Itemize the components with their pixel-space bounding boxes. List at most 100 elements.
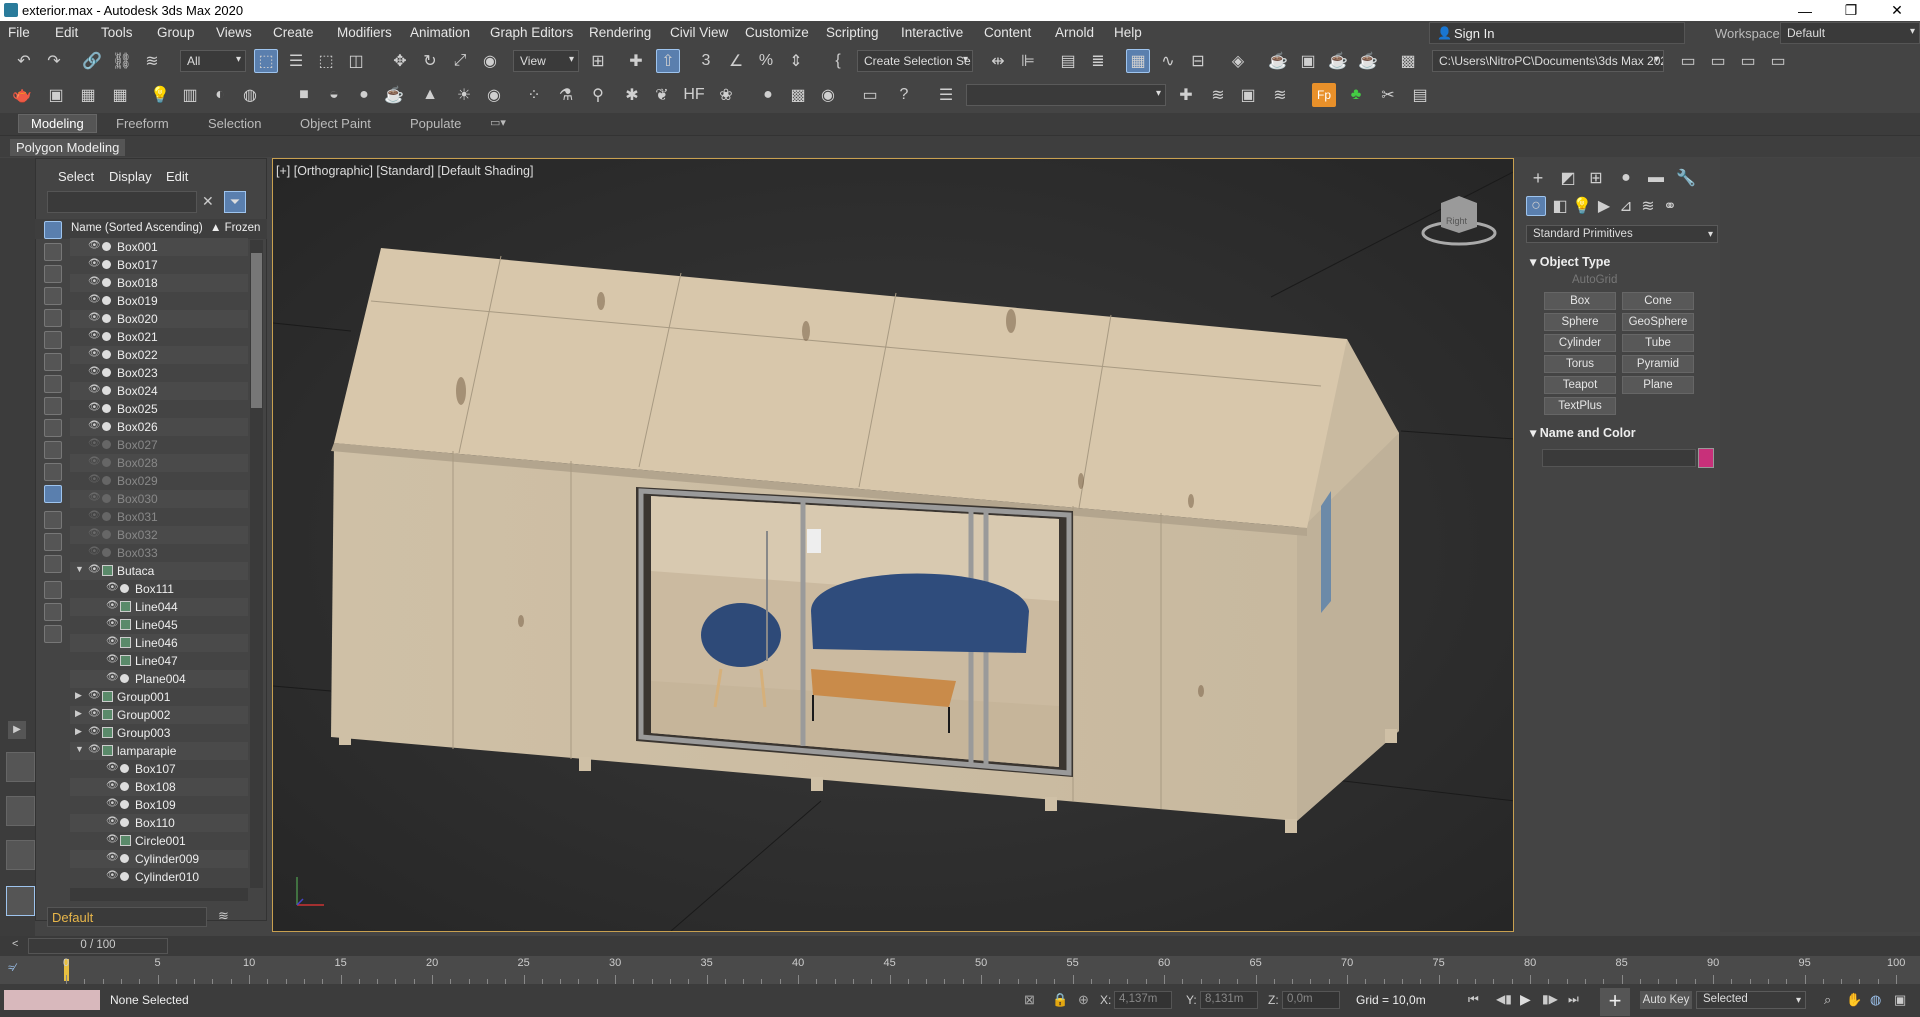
select-manipulate-icon[interactable]: ✚ xyxy=(624,49,648,73)
table-icon[interactable]: ▦ xyxy=(108,83,132,107)
pyramid-button[interactable]: Pyramid xyxy=(1622,355,1694,373)
display-all-icon[interactable] xyxy=(44,485,62,503)
ref-coord-dropdown[interactable]: View xyxy=(513,50,579,72)
placement-icon[interactable]: ◉ xyxy=(478,49,502,73)
scene-list-item[interactable]: 👁 Line046 xyxy=(70,634,248,652)
prev-frame-icon[interactable]: ◀▮ xyxy=(1496,992,1512,1006)
menu-group[interactable]: Group xyxy=(157,25,195,40)
scene-list-hscrollbar[interactable] xyxy=(70,888,248,901)
geometry-icon[interactable]: ○ xyxy=(1526,196,1546,216)
display-tab-icon[interactable]: ▬ xyxy=(1644,166,1668,190)
scene-list-item[interactable]: 👁 Box111 xyxy=(70,580,248,598)
visibility-eye-icon[interactable]: 👁 xyxy=(106,582,119,593)
scene-list-item[interactable]: ▶ 👁 Group001 xyxy=(70,688,248,706)
visibility-eye-icon[interactable]: 👁 xyxy=(88,546,101,557)
material-sphere-icon[interactable]: ● xyxy=(756,83,780,107)
visibility-eye-icon[interactable]: 👁 xyxy=(88,294,101,305)
next-frame-icon[interactable]: ▮▶ xyxy=(1542,992,1558,1006)
set-project-icon[interactable]: ▭ xyxy=(1766,49,1790,73)
scene-list-item[interactable]: ▶ 👁 Group003 xyxy=(70,724,248,742)
plane-button[interactable]: Plane xyxy=(1622,376,1694,394)
visibility-eye-icon[interactable]: 👁 xyxy=(106,636,119,647)
display-helpers-icon[interactable] xyxy=(44,309,62,327)
align-icon[interactable]: ⊫ xyxy=(1016,49,1040,73)
expand-arrow-icon[interactable]: ▶ xyxy=(75,726,82,737)
display-none-icon[interactable] xyxy=(44,511,62,529)
object-name-input[interactable] xyxy=(1542,449,1696,467)
film-icon[interactable]: ▥ xyxy=(178,83,202,107)
scene-list-item[interactable]: 👁 Box030 xyxy=(70,490,248,508)
viewport-label[interactable]: [+] [Orthographic] [Standard] [Default S… xyxy=(276,164,533,178)
display-groups-icon[interactable] xyxy=(44,353,62,371)
visibility-eye-icon[interactable]: 👁 xyxy=(106,834,119,845)
unlink-icon[interactable]: ⛓ xyxy=(110,49,134,73)
sign-in-dropdown[interactable]: 👤 Sign In xyxy=(1429,22,1685,44)
clone-icon[interactable]: ▭ xyxy=(858,83,882,107)
move-icon[interactable]: ✥ xyxy=(388,49,412,73)
percent-snap-icon[interactable]: % xyxy=(754,49,778,73)
z-coordinate-field[interactable]: 0,0m xyxy=(1282,991,1340,1009)
torus-button[interactable]: Torus xyxy=(1544,355,1616,373)
visibility-eye-icon[interactable]: 👁 xyxy=(88,690,101,701)
menu-animation[interactable]: Animation xyxy=(410,25,470,40)
scene-tab-edit[interactable]: Edit xyxy=(166,169,188,184)
visibility-eye-icon[interactable]: 👁 xyxy=(88,384,101,395)
menu-customize[interactable]: Customize xyxy=(745,25,809,40)
layer-dropdown[interactable] xyxy=(966,84,1166,106)
scene-list-item[interactable]: 👁 Box031 xyxy=(70,508,248,526)
go-to-start-icon[interactable]: ⏮ xyxy=(1468,992,1479,1007)
teapot-icon[interactable]: 🫖 xyxy=(10,83,34,107)
scene-list-item[interactable]: 👁 Box018 xyxy=(70,274,248,292)
object-color-swatch[interactable] xyxy=(1698,448,1714,468)
textplus-button[interactable]: TextPlus xyxy=(1544,397,1616,415)
scene-list-item[interactable]: 👁 Plane004 xyxy=(70,670,248,688)
toggle-ribbon-icon[interactable]: ▦ xyxy=(1126,49,1150,73)
scene-tab-select[interactable]: Select xyxy=(58,169,94,184)
visibility-eye-icon[interactable]: 👁 xyxy=(88,312,101,323)
dome-icon[interactable]: ◒ xyxy=(322,83,346,107)
sync-selection-icon[interactable] xyxy=(44,555,62,573)
minimize-button[interactable]: — xyxy=(1782,0,1828,21)
visibility-eye-icon[interactable]: 👁 xyxy=(106,780,119,791)
clear-search-icon[interactable]: ✕ xyxy=(202,193,214,210)
visibility-eye-icon[interactable]: 👁 xyxy=(88,438,101,449)
snaps-toggle-icon[interactable]: 3 xyxy=(694,49,718,73)
help-icon[interactable]: ? xyxy=(892,83,916,107)
maxscript-listener[interactable] xyxy=(4,990,100,1010)
visibility-eye-icon[interactable]: 👁 xyxy=(106,852,119,863)
prev-frame-arrow[interactable]: < xyxy=(12,938,18,950)
mini-curve-editor-icon[interactable]: ≈∕ xyxy=(8,962,16,974)
visibility-eye-icon[interactable]: 👁 xyxy=(88,456,101,467)
menu-content[interactable]: Content xyxy=(984,25,1031,40)
display-spacewarps-icon[interactable] xyxy=(44,331,62,349)
scene-list-item[interactable]: 👁 Box025 xyxy=(70,400,248,418)
play-icon[interactable]: ▶ xyxy=(1520,991,1531,1008)
visibility-eye-icon[interactable]: 👁 xyxy=(88,492,101,503)
menu-arnold[interactable]: Arnold xyxy=(1055,25,1094,40)
menu-file[interactable]: File xyxy=(8,25,30,40)
scene-list-item[interactable]: ▶ 👁 Group002 xyxy=(70,706,248,724)
autogrid-checkbox[interactable]: AutoGrid xyxy=(1572,274,1617,286)
menu-civil-view[interactable]: Civil View xyxy=(670,25,728,40)
redo-icon[interactable]: ↷ xyxy=(42,49,66,73)
scene-list-item[interactable]: 👁 Box019 xyxy=(70,292,248,310)
cone-prim-icon[interactable]: ▲ xyxy=(418,83,442,107)
utilities-tab-icon[interactable]: 🔧 xyxy=(1674,166,1698,190)
geosphere-button[interactable]: GeoSphere xyxy=(1622,313,1694,331)
display-lights-icon[interactable] xyxy=(44,265,62,283)
link-display-icon[interactable] xyxy=(44,625,62,643)
menu-graph-editors[interactable]: Graph Editors xyxy=(490,25,573,40)
scene-list-item[interactable]: 👁 Box027 xyxy=(70,436,248,454)
name-color-rollout[interactable]: ▾ Name and Color xyxy=(1530,425,1636,440)
named-selection-dropdown[interactable]: Create Selection Se xyxy=(857,50,973,72)
display-shapes-icon[interactable] xyxy=(44,243,62,261)
scene-list-item[interactable]: 👁 Box020 xyxy=(70,310,248,328)
rotate-icon[interactable]: ↻ xyxy=(418,49,442,73)
isolate-icon[interactable]: ⊠ xyxy=(1024,992,1035,1008)
scene-list-item[interactable]: 👁 Box026 xyxy=(70,418,248,436)
select-by-name-icon[interactable]: ☰ xyxy=(284,49,308,73)
sphere-tool-icon[interactable]: ◐ xyxy=(208,83,232,107)
cylinder-button[interactable]: Cylinder xyxy=(1544,334,1616,352)
visibility-eye-icon[interactable]: 👁 xyxy=(88,240,101,251)
bind-spacewarp-icon[interactable]: ≋ xyxy=(140,49,164,73)
